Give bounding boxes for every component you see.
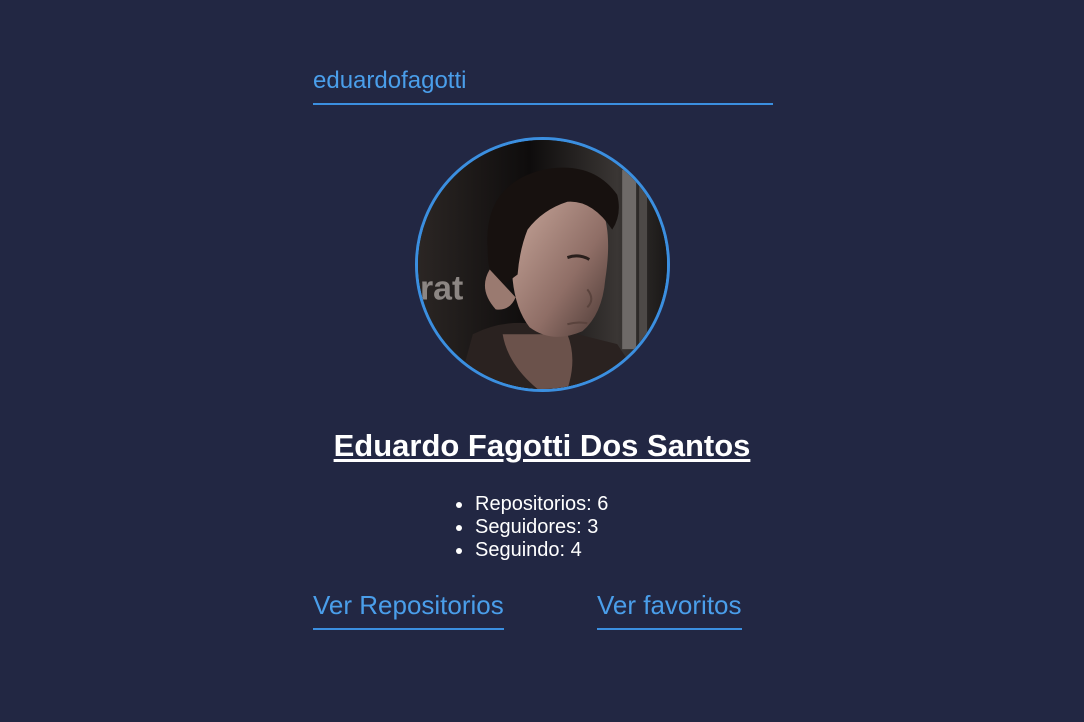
username-search-input[interactable] xyxy=(313,64,773,98)
view-repositories-link[interactable]: Ver Repositorios xyxy=(313,590,504,630)
avatar: rat xyxy=(415,137,670,392)
avatar-photo: rat xyxy=(418,140,667,389)
stat-following: Seguindo: 4 xyxy=(455,539,608,562)
search-field[interactable] xyxy=(313,60,773,105)
profile-stats-list: Repositorios: 6 Seguidores: 3 Seguindo: … xyxy=(455,493,609,562)
stat-followers: Seguidores: 3 xyxy=(455,516,608,539)
view-favorites-link[interactable]: Ver favoritos xyxy=(597,590,742,630)
profile-name: Eduardo Fagotti Dos Santos xyxy=(333,428,751,463)
svg-text:rat: rat xyxy=(420,269,463,307)
stat-repositories: Repositorios: 6 xyxy=(455,493,609,515)
profile-page: rat Eduardo Fagotti Dos Santos Repositor… xyxy=(0,0,1084,722)
